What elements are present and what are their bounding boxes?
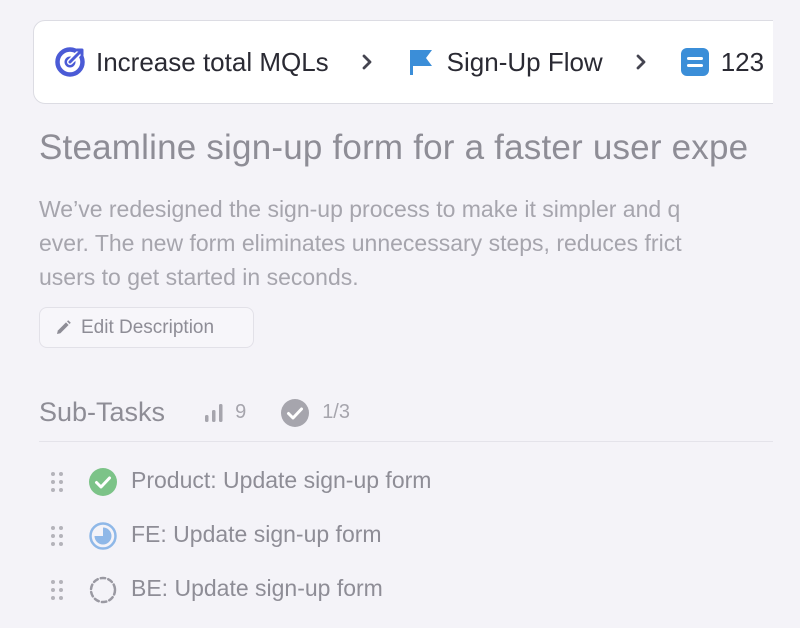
- subtask-row[interactable]: BE: Update sign-up form: [0, 563, 773, 617]
- bar-chart-icon: [205, 403, 223, 422]
- completion-value: 1/3: [322, 401, 350, 423]
- description-line: users to get started in seconds.: [39, 264, 359, 290]
- drag-handle-icon[interactable]: [49, 579, 65, 601]
- task-detail-panel: Increase total MQLs Sign-Up Flow 123 Ste…: [0, 0, 773, 628]
- chevron-right-icon: [343, 53, 391, 71]
- flag-icon: [405, 46, 437, 78]
- edit-description-button[interactable]: Edit Description: [39, 307, 254, 348]
- breadcrumb: Increase total MQLs Sign-Up Flow 123: [33, 20, 773, 104]
- story-points: 9: [203, 401, 246, 424]
- subtasks-header: Sub-Tasks 9 1/3: [39, 397, 384, 428]
- breadcrumb-label: 123: [720, 46, 765, 77]
- subtasks-title: Sub-Tasks: [39, 397, 166, 427]
- status-done-icon[interactable]: [88, 467, 118, 497]
- task-title[interactable]: Steamline sign-up form for a faster user…: [39, 128, 748, 168]
- edit-description-label: Edit Description: [81, 316, 215, 338]
- status-todo-icon[interactable]: [88, 575, 118, 605]
- subtask-label[interactable]: BE: Update sign-up form: [131, 575, 383, 602]
- breadcrumb-item-goal[interactable]: Increase total MQLs: [54, 46, 329, 78]
- subtask-row[interactable]: Product: Update sign-up form: [0, 455, 773, 509]
- status-in-progress-icon[interactable]: [88, 521, 118, 551]
- document-icon: [679, 46, 711, 78]
- description-line: We’ve redesigned the sign-up process to …: [39, 196, 681, 222]
- breadcrumb-label: Sign-Up Flow: [446, 46, 603, 77]
- chevron-right-icon: [617, 53, 665, 71]
- drag-handle-icon[interactable]: [49, 471, 65, 493]
- subtask-label[interactable]: Product: Update sign-up form: [131, 467, 431, 494]
- breadcrumb-item-project[interactable]: Sign-Up Flow: [405, 46, 603, 78]
- story-points-value: 9: [235, 401, 247, 423]
- check-circle-icon: [281, 398, 310, 427]
- pencil-icon: [57, 319, 71, 334]
- breadcrumb-label: Increase total MQLs: [96, 46, 329, 77]
- completion-count: 1/3: [280, 398, 350, 428]
- description-line: ever. The new form eliminates unnecessar…: [39, 230, 682, 256]
- drag-handle-icon[interactable]: [49, 525, 65, 547]
- goal-target-icon: [54, 46, 86, 78]
- subtask-label[interactable]: FE: Update sign-up form: [131, 521, 382, 548]
- task-description[interactable]: We’ve redesigned the sign-up process to …: [39, 192, 773, 294]
- breadcrumb-item-task[interactable]: 123: [679, 46, 764, 78]
- divider: [39, 441, 773, 442]
- subtask-row[interactable]: FE: Update sign-up form: [0, 509, 773, 563]
